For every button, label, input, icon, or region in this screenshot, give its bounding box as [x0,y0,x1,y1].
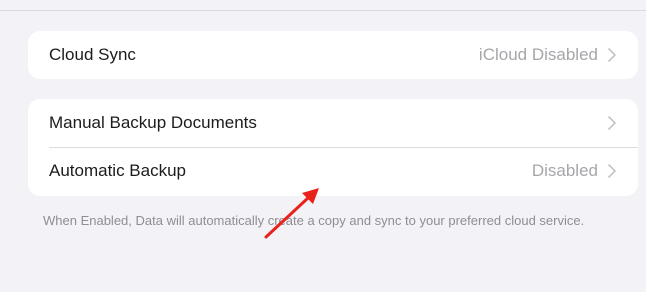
cloud-sync-label: Cloud Sync [49,45,136,64]
cloud-sync-row[interactable]: Cloud Sync iCloud Disabled [28,31,638,79]
automatic-backup-label: Automatic Backup [49,161,187,180]
automatic-backup-row[interactable]: Automatic Backup Disabled [28,147,638,195]
automatic-backup-value: Disabled [531,161,598,180]
manual-backup-label: Manual Backup Documents [49,113,257,132]
cloud-sync-group: Cloud Sync iCloud Disabled [28,31,638,79]
chevron-right-icon [608,164,616,178]
automatic-backup-footer-note: When Enabled, Data will automatically cr… [43,213,585,228]
cloud-sync-value: iCloud Disabled [478,45,598,64]
backup-group: Manual Backup Documents Automatic Backup… [28,99,638,196]
top-divider [0,10,646,11]
chevron-right-icon [608,48,616,62]
chevron-right-icon [608,116,616,130]
manual-backup-row[interactable]: Manual Backup Documents [28,99,638,147]
